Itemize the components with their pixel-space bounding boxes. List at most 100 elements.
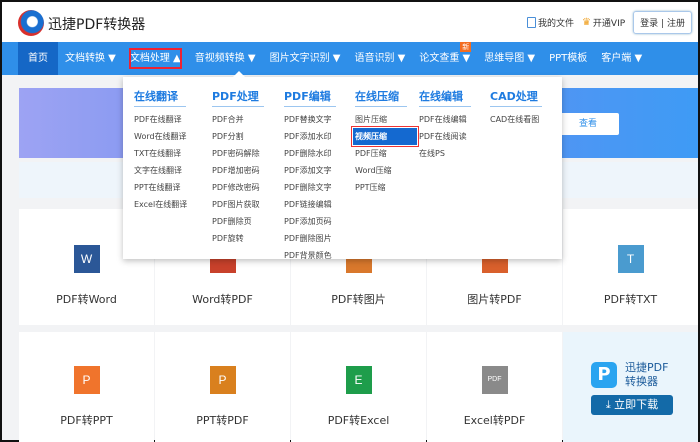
nav-label: 音视频转换 ▼ xyxy=(194,53,256,64)
dropdown-item[interactable]: 在线PS xyxy=(419,145,471,162)
download-icon: ⤓ xyxy=(605,398,615,411)
nav-item[interactable]: 文档处理 ▲ xyxy=(123,42,188,75)
crown-icon: ♛ xyxy=(581,17,591,28)
dropdown-item[interactable]: PDF删除文字 xyxy=(284,179,336,196)
dropdown-item[interactable]: PDF在线阅读 xyxy=(419,128,471,145)
document-processing-dropdown: 在线翻译 PDF在线翻译 Word在线翻译 TXT在线翻译 文字在线翻译 PPT在线翻译 E… xyxy=(123,71,562,260)
dropdown-item[interactable]: PDF压缩 xyxy=(355,145,417,162)
dropdown-item[interactable]: PDF图片获取 xyxy=(212,196,264,213)
nav-item[interactable]: 音视频转换 ▼ xyxy=(188,42,263,75)
dropdown-item[interactable]: PDF密码解除 xyxy=(212,145,264,162)
tool-label: 图片转PDF xyxy=(467,293,522,306)
dropdown-item[interactable]: Word压缩 xyxy=(355,162,417,179)
dropdown-column: 在线翻译 PDF在线翻译 Word在线翻译 TXT在线翻译 文字在线翻译 PPT在线翻译 E… xyxy=(134,85,187,213)
dropdown-item[interactable]: PDF在线翻译 xyxy=(134,111,187,128)
login-box: 登录 | 注册 xyxy=(633,11,692,34)
dropdown-column: 在线压缩图片压缩 视频压缩 PDF压缩 Word压缩 PPT压缩 xyxy=(351,85,419,196)
dropdown-item[interactable]: PDF添加水印 xyxy=(284,128,336,145)
dropdown-item[interactable]: TXT在线翻译 xyxy=(134,145,187,162)
banner-view-button[interactable]: 查看 xyxy=(559,113,619,135)
column-title: PDF编辑 xyxy=(284,88,336,107)
nav-label: 客户端 ▼ xyxy=(601,53,643,64)
nav-label: 语音识别 ▼ xyxy=(354,53,406,64)
header: 迅捷PDF转换器 我的文件 ♛ 开通VIP 登录 | 注册 xyxy=(2,2,698,42)
vip-label: 开通VIP xyxy=(592,19,626,29)
tool-label: PDF转Word xyxy=(56,293,117,306)
dropdown-item[interactable]: PDF在线编辑 xyxy=(419,111,471,128)
dropdown-item[interactable]: Word在线翻译 xyxy=(134,128,187,145)
promo-title: 迅捷PDF 转换器 xyxy=(625,361,668,389)
dropdown-item[interactable]: PDF添加页码 xyxy=(284,213,336,230)
download-label: 立即下载 xyxy=(614,398,659,411)
tool-card[interactable]: P PDF转PPT xyxy=(19,332,154,442)
dropdown-item[interactable]: PDF修改密码 xyxy=(212,179,264,196)
dropdown-column: 在线编辑 PDF在线编辑 PDF在线阅读 在线PS xyxy=(419,85,471,162)
nav-label: 首页 xyxy=(28,53,48,64)
nav-label: 文档转换 ▼ xyxy=(65,53,116,64)
tool-icon: P xyxy=(73,366,100,394)
login-link[interactable]: 登录 xyxy=(640,19,658,29)
file-icon xyxy=(526,17,536,28)
tool-card[interactable]: T PDF转TXT xyxy=(563,209,698,325)
nav-label: 文档处理 ▲ xyxy=(129,53,181,64)
nav-item[interactable]: 语音识别 ▼ xyxy=(348,42,413,75)
dropdown-item[interactable]: PDF删除页 xyxy=(212,213,264,230)
dropdown-item[interactable]: PDF背景颜色 xyxy=(284,247,336,264)
separator: | xyxy=(661,19,665,29)
nav-item[interactable]: 思维导图 ▼ xyxy=(477,42,542,75)
nav-label: 论文查重 ▼ xyxy=(419,53,471,64)
promo-line1: 迅捷PDF xyxy=(625,361,669,374)
dropdown-column: CAD处理 CAD在线看图 xyxy=(490,85,542,128)
dropdown-item[interactable]: Excel在线翻译 xyxy=(134,196,187,213)
nav-item[interactable]: 论文查重 ▼ 新 xyxy=(412,42,477,75)
tool-label: PDF转图片 xyxy=(331,293,386,306)
dropdown-item[interactable]: PDF删除图片 xyxy=(284,230,336,247)
tool-card[interactable]: PDF Excel转PDF xyxy=(427,332,562,442)
nav-label: 图片文字识别 ▼ xyxy=(269,53,341,64)
tool-label: PDF转PPT xyxy=(60,414,113,427)
logo[interactable] xyxy=(18,10,44,36)
dropdown-item[interactable]: 文字在线翻译 xyxy=(134,162,187,179)
tool-label: Word转PDF xyxy=(192,293,253,306)
tool-icon: W xyxy=(73,245,100,273)
column-title: 在线压缩 xyxy=(355,88,407,107)
column-title: 在线翻译 xyxy=(134,88,186,107)
nav-item[interactable]: 首页 xyxy=(18,42,58,75)
nav-item[interactable]: 文档转换 ▼ xyxy=(58,42,123,75)
tool-label: PPT转PDF xyxy=(196,414,249,427)
tool-card[interactable]: P PPT转PDF xyxy=(155,332,290,442)
vip-link[interactable]: ♛ 开通VIP xyxy=(582,16,625,29)
dropdown-item[interactable]: PDF分割 xyxy=(212,128,264,145)
tool-icon: P xyxy=(209,366,236,394)
tool-label: PDF转TXT xyxy=(603,293,658,306)
download-button[interactable]: ⤓ 立即下载 xyxy=(591,395,673,415)
brand-name[interactable]: 迅捷PDF转换器 xyxy=(48,14,145,34)
nav-label: 思维导图 ▼ xyxy=(484,53,536,64)
main-nav: 首页 文档转换 ▼ 文档处理 ▲ 音视频转换 ▼ 图片文字识别 ▼ 语音识别 ▼ 论文查重 … xyxy=(2,42,698,75)
dropdown-item[interactable]: PDF增加密码 xyxy=(212,162,264,179)
dropdown-item[interactable]: PDF添加文字 xyxy=(284,162,336,179)
tool-icon: PDF xyxy=(481,366,508,394)
dropdown-item[interactable]: PDF删除水印 xyxy=(284,145,336,162)
tool-card[interactable]: E PDF转Excel xyxy=(291,332,426,442)
dropdown-item[interactable]: PDF替换文字 xyxy=(284,111,336,128)
dropdown-item[interactable]: PPT在线翻译 xyxy=(134,179,187,196)
dropdown-item[interactable]: CAD在线看图 xyxy=(490,111,542,128)
new-badge: 新 xyxy=(460,42,472,52)
dropdown-item[interactable]: PPT压缩 xyxy=(355,179,417,196)
dropdown-column: PDF编辑 PDF替换文字 PDF添加水印 PDF删除水印 PDF添加文字 PDF删除文字… xyxy=(284,85,336,264)
dropdown-item[interactable]: PDF合并 xyxy=(212,111,264,128)
dropdown-item[interactable]: PDF链接编辑 xyxy=(284,196,336,213)
column-title: CAD处理 xyxy=(490,88,542,107)
nav-item[interactable]: 图片文字识别 ▼ xyxy=(263,42,348,75)
tool-label: PDF转Excel xyxy=(327,414,390,427)
dropdown-item[interactable]: 图片压缩 xyxy=(355,111,417,128)
tool-icon: E xyxy=(345,366,372,394)
dropdown-item[interactable]: 视频压缩 xyxy=(351,126,419,147)
register-link[interactable]: 注册 xyxy=(667,19,685,29)
nav-item[interactable]: PPT模板 xyxy=(542,42,594,75)
tool-label: Excel转PDF xyxy=(463,414,526,427)
dropdown-item[interactable]: PDF旋转 xyxy=(212,230,264,247)
my-files-link[interactable]: 我的文件 xyxy=(526,16,574,29)
nav-item[interactable]: 客户端 ▼ xyxy=(594,42,649,75)
